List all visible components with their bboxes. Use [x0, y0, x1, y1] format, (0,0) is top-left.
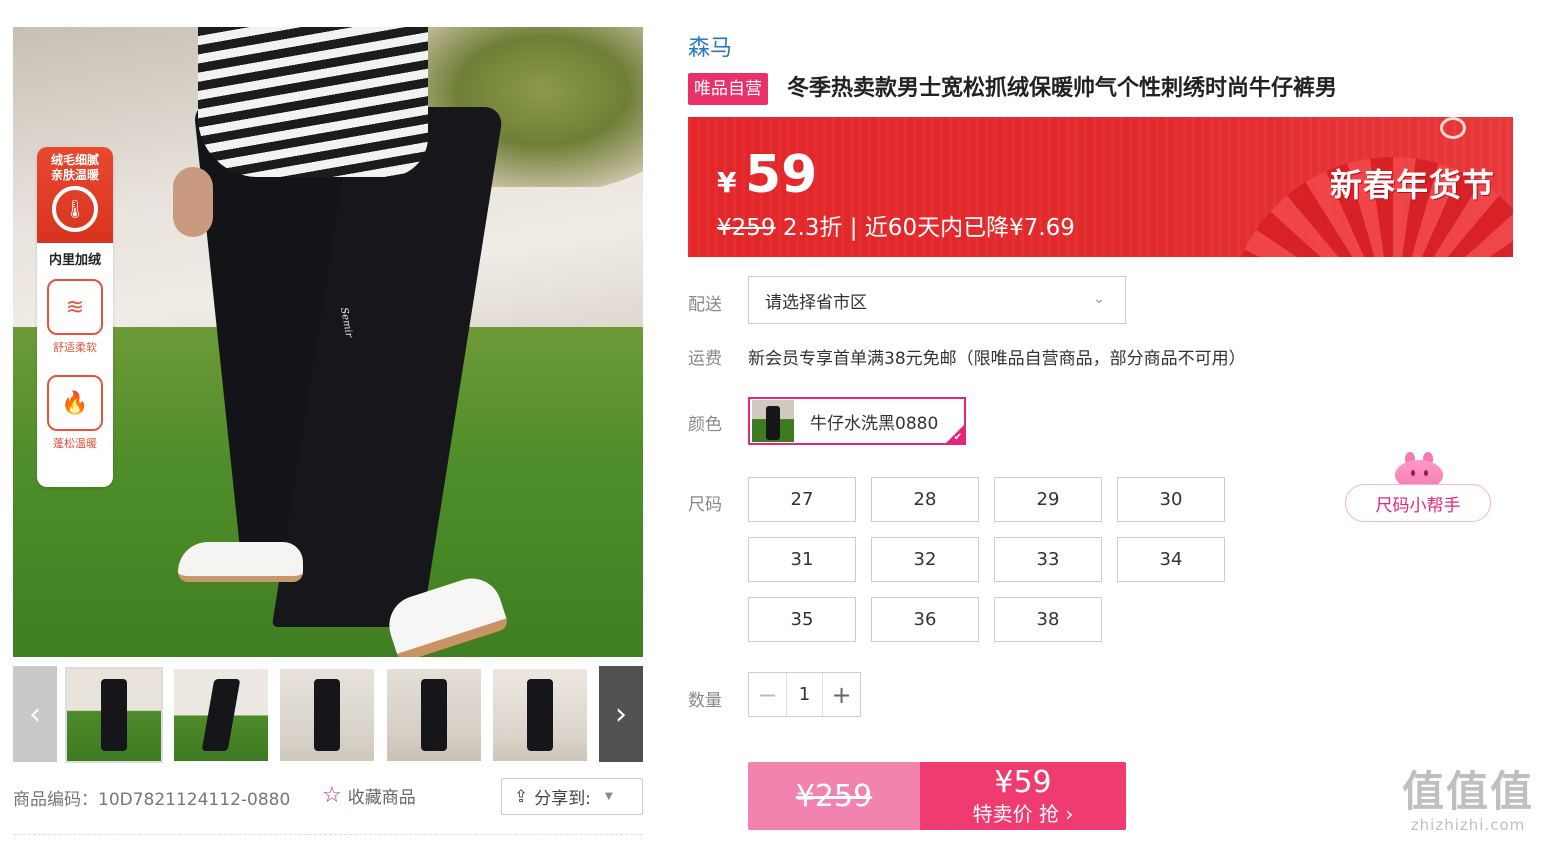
brand-link[interactable]: 森马: [688, 30, 732, 62]
feature-badges: 绒毛细腻 亲肤温暖 🌡 内里加绒 ≋ 舒适柔软 🔥 蓬松温暖: [37, 147, 113, 487]
favorite-button[interactable]: ☆ 收藏商品: [322, 783, 416, 808]
model-hand: [173, 167, 213, 237]
thermometer-icon: 🌡: [52, 186, 98, 232]
product-title: 冬季热卖款男士宽松抓绒保暖帅气个性刺绣时尚牛仔裤男: [787, 76, 1338, 101]
quantity-value[interactable]: 1: [787, 673, 822, 716]
size-option-27[interactable]: 27: [748, 477, 856, 522]
thumbnail-pants: [101, 679, 127, 751]
size-option-35[interactable]: 35: [748, 597, 856, 642]
thumbnail-5[interactable]: [493, 669, 587, 761]
product-code: 商品编码：10D7821124112-0880: [13, 790, 291, 810]
size-helper-button[interactable]: 尺码小帮手: [1345, 484, 1491, 522]
size-option-38[interactable]: 38: [994, 597, 1102, 642]
chevron-down-icon: ⌄: [1093, 291, 1105, 307]
favorite-label: 收藏商品: [347, 788, 416, 808]
coin-decoration: [1440, 117, 1466, 139]
thumbnail-1[interactable]: [65, 667, 163, 763]
buy-now-area[interactable]: ¥59 特卖价 抢 ›: [920, 762, 1126, 830]
mascot-eye: [1424, 470, 1428, 476]
price-currency: ¥: [717, 166, 737, 199]
badge-lining-label: 内里加绒: [48, 253, 101, 268]
mascot-eye: [1411, 470, 1415, 476]
color-option-selected[interactable]: 牛仔水洗黑0880 ✔: [748, 397, 966, 445]
sneaker-left: [178, 542, 303, 582]
thumbnail-pants: [421, 679, 447, 751]
buy-price: ¥59: [994, 765, 1052, 800]
share-dropdown[interactable]: ⇪ 分享到: ▼: [501, 778, 643, 815]
size-option-33[interactable]: 33: [994, 537, 1102, 582]
size-option-34[interactable]: 34: [1117, 537, 1225, 582]
thumbnail-4[interactable]: [387, 669, 481, 761]
main-product-image[interactable]: Semir 绒毛细腻 亲肤温暖 🌡 内里加绒 ≋ 舒适柔软 🔥 蓬松温暖 🔍: [13, 27, 643, 657]
color-label: 颜色: [688, 415, 722, 435]
caret-down-icon: ▼: [604, 791, 613, 802]
badge-warm-label: 蓬松温暖: [53, 437, 97, 450]
buy-original-price: ¥259: [748, 762, 920, 830]
size-option-30[interactable]: 30: [1117, 477, 1225, 522]
thumbnail-pants: [314, 679, 340, 751]
thumbnail-strip: ‹ ›: [13, 666, 643, 763]
share-label: 分享到:: [534, 789, 591, 809]
thumb-prev-button[interactable]: ‹: [13, 666, 57, 762]
soft-waves-icon: ≋: [47, 279, 103, 335]
price-detail: ¥259 2.3折 | 近60天内已降¥7.69: [717, 208, 1075, 242]
buy-action-label: 特卖价 抢 ›: [972, 802, 1074, 826]
thumbnail-pants: [527, 679, 553, 751]
size-option-32[interactable]: 32: [871, 537, 979, 582]
thumb-next-button[interactable]: ›: [599, 666, 643, 762]
color-option-label: 牛仔水洗黑0880: [810, 413, 939, 434]
self-operated-tag: 唯品自营: [688, 73, 768, 105]
star-icon: ☆: [322, 782, 342, 808]
share-icon: ⇪: [514, 786, 529, 807]
watermark-url: zhizhizhi.com: [1410, 816, 1526, 834]
quantity-plus-button[interactable]: +: [822, 673, 860, 716]
size-label: 尺码: [688, 495, 722, 515]
region-select[interactable]: 请选择省市区 ⌄: [748, 276, 1126, 324]
quantity-minus-button[interactable]: −: [749, 673, 787, 716]
size-option-29[interactable]: 29: [994, 477, 1102, 522]
quantity-label: 数量: [688, 691, 722, 711]
flame-icon: 🔥: [47, 375, 103, 431]
divider: [13, 834, 643, 835]
watermark-logo: 值值值: [1402, 767, 1535, 816]
shipping-info: 新会员专享首单满38元免邮（限唯品自营商品，部分商品不可用）: [748, 349, 1246, 369]
discount-text: 2.3折 | 近60天内已降¥7.69: [775, 215, 1075, 241]
size-option-28[interactable]: 28: [871, 477, 979, 522]
size-option-31[interactable]: 31: [748, 537, 856, 582]
delivery-label: 配送: [688, 295, 722, 315]
check-icon: ✔: [953, 432, 962, 443]
festival-label: 新春年货节: [1330, 166, 1496, 204]
quantity-stepper: − 1 +: [748, 672, 861, 717]
warm-fleece-badge: 绒毛细腻 亲肤温暖 🌡: [37, 147, 113, 243]
color-swatch: [752, 400, 794, 442]
region-placeholder: 请选择省市区: [765, 292, 867, 313]
badge-soft-label: 舒适柔软: [53, 341, 97, 354]
thumbnail-3[interactable]: [280, 669, 374, 761]
striped-shirt: [198, 27, 428, 177]
size-option-36[interactable]: 36: [871, 597, 979, 642]
original-price: ¥259: [717, 215, 776, 241]
buy-button[interactable]: ¥259 ¥59 特卖价 抢 ›: [748, 762, 1126, 830]
current-price: 59: [745, 145, 818, 205]
shipping-label: 运费: [688, 349, 722, 369]
thumbnail-2[interactable]: [174, 669, 268, 761]
badge-top-text: 绒毛细腻 亲肤温暖: [50, 153, 99, 182]
site-watermark: 值值值 zhizhizhi.com: [1402, 767, 1535, 835]
